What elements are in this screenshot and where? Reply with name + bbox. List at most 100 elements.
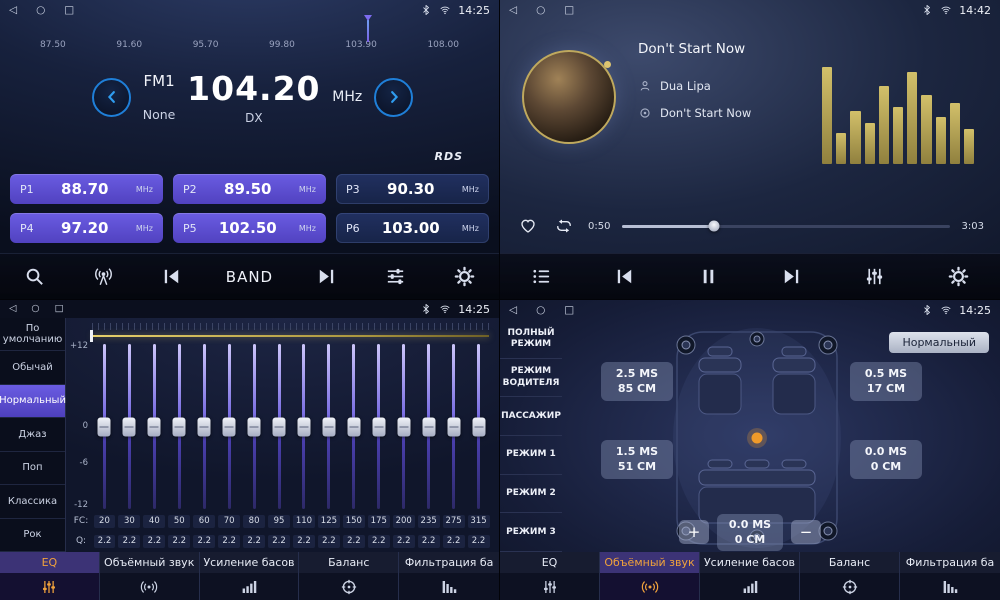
audio-tab[interactable]: EQ <box>500 552 600 600</box>
preset-button[interactable]: P1 88.70 MHz <box>10 174 163 204</box>
search-button[interactable] <box>19 262 49 292</box>
eq-band-slider[interactable] <box>466 344 491 509</box>
listening-mode-item[interactable]: ПАССАЖИР <box>500 397 562 436</box>
listening-mode-item[interactable]: РЕЖИМ 1 <box>500 436 562 475</box>
slider-knob[interactable] <box>98 417 111 436</box>
slider-knob[interactable] <box>422 417 435 436</box>
slider-knob[interactable] <box>198 417 211 436</box>
recents-icon[interactable]: □ <box>564 300 574 320</box>
tuner-settings-button[interactable] <box>381 262 411 292</box>
preset-button[interactable]: P3 90.30 MHz <box>336 174 489 204</box>
rear-left-delay[interactable]: 1.5 MS 51 CM <box>601 440 673 479</box>
preset-button[interactable]: P5 102.50 MHz <box>173 213 326 243</box>
eq-preset-item[interactable]: Джаз <box>0 418 65 451</box>
equalizer-button[interactable] <box>860 262 890 292</box>
previous-track-button[interactable] <box>610 262 640 292</box>
eq-band-slider[interactable] <box>217 344 242 509</box>
eq-band-slider[interactable] <box>242 344 267 509</box>
audio-tab[interactable]: Объёмный звук <box>100 552 200 600</box>
slider-knob[interactable] <box>173 417 186 436</box>
audio-tab[interactable]: Объёмный звук <box>600 552 700 600</box>
eq-preset-item[interactable]: По умолчанию <box>0 318 65 351</box>
slider-knob[interactable] <box>148 417 161 436</box>
next-station-button[interactable] <box>312 262 342 292</box>
frequency-scale[interactable]: 87.5091.6095.7099.80103.90108.00 <box>12 23 487 61</box>
decrease-delay-button[interactable]: − <box>791 520 821 544</box>
eq-band-slider[interactable] <box>441 344 466 509</box>
repeat-button[interactable] <box>552 214 576 238</box>
seek-bar[interactable] <box>622 225 949 228</box>
slider-knob[interactable] <box>372 417 385 436</box>
settings-button[interactable] <box>450 262 480 292</box>
settings-button[interactable] <box>943 262 973 292</box>
eq-band-slider[interactable] <box>117 344 142 509</box>
band-button[interactable]: BAND <box>226 262 273 292</box>
slider-knob[interactable] <box>297 417 310 436</box>
scan-button[interactable] <box>88 262 118 292</box>
preset-button[interactable]: P4 97.20 MHz <box>10 213 163 243</box>
audio-tab[interactable]: Усиление басов <box>700 552 800 600</box>
back-icon[interactable]: ◁ <box>509 300 517 320</box>
recents-icon[interactable]: □ <box>55 300 64 319</box>
audio-tab[interactable]: Фильтрация ба <box>399 552 499 600</box>
seek-knob[interactable] <box>709 221 720 232</box>
preset-button[interactable]: P6 103.00 MHz <box>336 213 489 243</box>
preset-button[interactable]: P2 89.50 MHz <box>173 174 326 204</box>
pause-button[interactable] <box>693 262 723 292</box>
playlist-button[interactable] <box>527 262 557 292</box>
audio-tab[interactable]: Усиление басов <box>200 552 300 600</box>
eq-band-slider[interactable] <box>92 344 117 509</box>
audio-tab[interactable]: EQ <box>0 552 100 600</box>
listening-mode-item[interactable]: РЕЖИМ 2 <box>500 475 562 514</box>
eq-preset-item[interactable]: Обычай <box>0 351 65 384</box>
home-icon[interactable]: ○ <box>536 0 545 20</box>
back-icon[interactable]: ◁ <box>9 300 16 319</box>
increase-delay-button[interactable]: + <box>679 520 709 544</box>
recents-icon[interactable]: □ <box>564 0 574 20</box>
eq-band-slider[interactable] <box>391 344 416 509</box>
eq-band-slider[interactable] <box>316 344 341 509</box>
previous-station-button[interactable] <box>157 262 187 292</box>
eq-preset-item[interactable]: Нормальный <box>0 385 65 418</box>
back-icon[interactable]: ◁ <box>509 0 517 20</box>
eq-band-slider[interactable] <box>416 344 441 509</box>
slider-knob[interactable] <box>472 417 485 436</box>
eq-band-slider[interactable] <box>167 344 192 509</box>
eq-preset-item[interactable]: Поп <box>0 452 65 485</box>
rear-right-delay[interactable]: 0.0 MS 0 CM <box>850 440 922 479</box>
eq-band-slider[interactable] <box>366 344 391 509</box>
tune-up-button[interactable] <box>374 78 413 117</box>
eq-band-slider[interactable] <box>341 344 366 509</box>
slider-knob[interactable] <box>397 417 410 436</box>
home-icon[interactable]: ○ <box>31 300 39 319</box>
home-icon[interactable]: ○ <box>36 0 45 20</box>
eq-preset-item[interactable]: Рок <box>0 519 65 552</box>
next-track-button[interactable] <box>777 262 807 292</box>
eq-preset-item[interactable]: Классика <box>0 485 65 518</box>
audio-tab[interactable]: Баланс <box>800 552 900 600</box>
tune-down-button[interactable] <box>92 78 131 117</box>
eq-band-slider[interactable] <box>192 344 217 509</box>
back-icon[interactable]: ◁ <box>9 0 17 20</box>
slider-knob[interactable] <box>322 417 335 436</box>
slider-knob[interactable] <box>447 417 460 436</box>
front-left-delay[interactable]: 2.5 MS 85 CM <box>601 362 673 401</box>
eq-band-slider[interactable] <box>267 344 292 509</box>
home-icon[interactable]: ○ <box>536 300 545 320</box>
master-level-slider[interactable] <box>92 335 489 337</box>
eq-band-slider[interactable] <box>142 344 167 509</box>
slider-knob[interactable] <box>248 417 261 436</box>
eq-band-slider[interactable] <box>292 344 317 509</box>
audio-tab[interactable]: Фильтрация ба <box>900 552 1000 600</box>
favorite-button[interactable] <box>516 214 540 238</box>
slider-knob[interactable] <box>223 417 236 436</box>
sound-preset-button[interactable]: Нормальный <box>889 332 989 353</box>
slider-knob[interactable] <box>347 417 360 436</box>
listening-mode-item[interactable]: РЕЖИМ ВОДИТЕЛЯ <box>500 359 562 398</box>
listening-mode-item[interactable]: ПОЛНЫЙ РЕЖИМ <box>500 320 562 359</box>
front-right-delay[interactable]: 0.5 MS 17 CM <box>850 362 922 401</box>
slider-knob[interactable] <box>123 417 136 436</box>
recents-icon[interactable]: □ <box>64 0 74 20</box>
slider-knob[interactable] <box>273 417 286 436</box>
audio-tab[interactable]: Баланс <box>299 552 399 600</box>
